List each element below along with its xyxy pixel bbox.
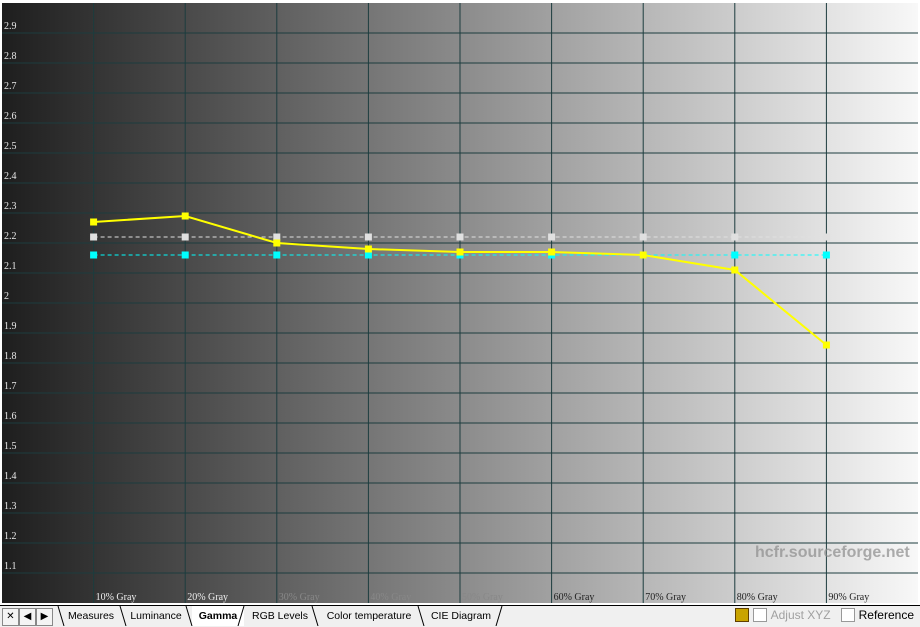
data-point [90, 218, 98, 226]
y-tick-label: 1.2 [4, 531, 17, 542]
x-tick-label: 80% Gray [737, 592, 778, 603]
data-point [273, 233, 281, 241]
data-point [364, 245, 372, 253]
y-tick-label: 2 [4, 291, 9, 302]
y-tick-label: 1.7 [4, 381, 17, 392]
y-tick-label: 1.4 [4, 471, 17, 482]
y-tick-label: 2.8 [4, 51, 17, 62]
y-tick-label: 1.9 [4, 321, 17, 332]
x-tick-label: 10% Gray [96, 592, 137, 603]
x-tick-label: 30% Gray [279, 592, 320, 603]
data-point [548, 248, 556, 256]
y-tick-label: 2.7 [4, 81, 17, 92]
data-point [273, 239, 281, 247]
y-tick-label: 1.5 [4, 441, 17, 452]
data-point [822, 341, 830, 349]
reference-checkbox[interactable] [840, 608, 855, 622]
data-point [822, 251, 830, 259]
y-tick-label: 2.4 [4, 171, 17, 182]
watermark: hcfr.sourceforge.net [755, 544, 910, 561]
y-tick-label: 1.3 [4, 501, 17, 512]
data-point [181, 233, 189, 241]
data-point [731, 251, 739, 259]
tab-dividers [57, 606, 503, 626]
reference-label: Reference [858, 608, 914, 622]
data-point [273, 251, 281, 259]
y-tick-label: 2.6 [4, 111, 17, 122]
adjust-xyz-checkbox[interactable] [752, 608, 767, 622]
gamma-chart: 2.9 2.8 2.7 2.6 2.5 2.4 2.3 2.2 2.1 2 1.9 1.8 1.7 1.6… [0, 0, 920, 605]
data-point [364, 233, 372, 241]
data-point [822, 233, 830, 241]
x-tick-label: 40% Gray [370, 592, 411, 603]
x-tick-label: 50% Gray [462, 592, 503, 603]
data-point [548, 233, 556, 241]
x-tick-label: 60% Gray [554, 592, 595, 603]
data-point [456, 248, 464, 256]
y-tick-label: 2.2 [4, 231, 17, 242]
y-tick-label: 1.8 [4, 351, 17, 362]
data-point [90, 233, 98, 241]
data-point [639, 251, 647, 259]
x-tick-label: 20% Gray [187, 592, 228, 603]
tab-bar: ✕ ◀ ▶ Measures Luminance Gamma RGB Level… [0, 605, 920, 627]
data-point [90, 251, 98, 259]
data-point [731, 233, 739, 241]
y-tick-label: 2.5 [4, 141, 17, 152]
settings-icon[interactable] [734, 608, 749, 622]
data-point [181, 212, 189, 220]
x-tick-label: 70% Gray [645, 592, 686, 603]
data-point [639, 233, 647, 241]
y-tick-label: 1.1 [4, 561, 17, 572]
x-tick-label: 90% Gray [828, 592, 869, 603]
y-tick-label: 1.6 [4, 411, 17, 422]
adjust-xyz-label: Adjust XYZ [770, 608, 831, 622]
y-tick-label: 2.9 [4, 21, 17, 32]
y-tick-label: 2.1 [4, 261, 17, 272]
y-tick-label: 2.3 [4, 201, 17, 212]
data-point [456, 233, 464, 241]
data-point [731, 266, 739, 274]
data-point [364, 251, 372, 259]
data-point [181, 251, 189, 259]
